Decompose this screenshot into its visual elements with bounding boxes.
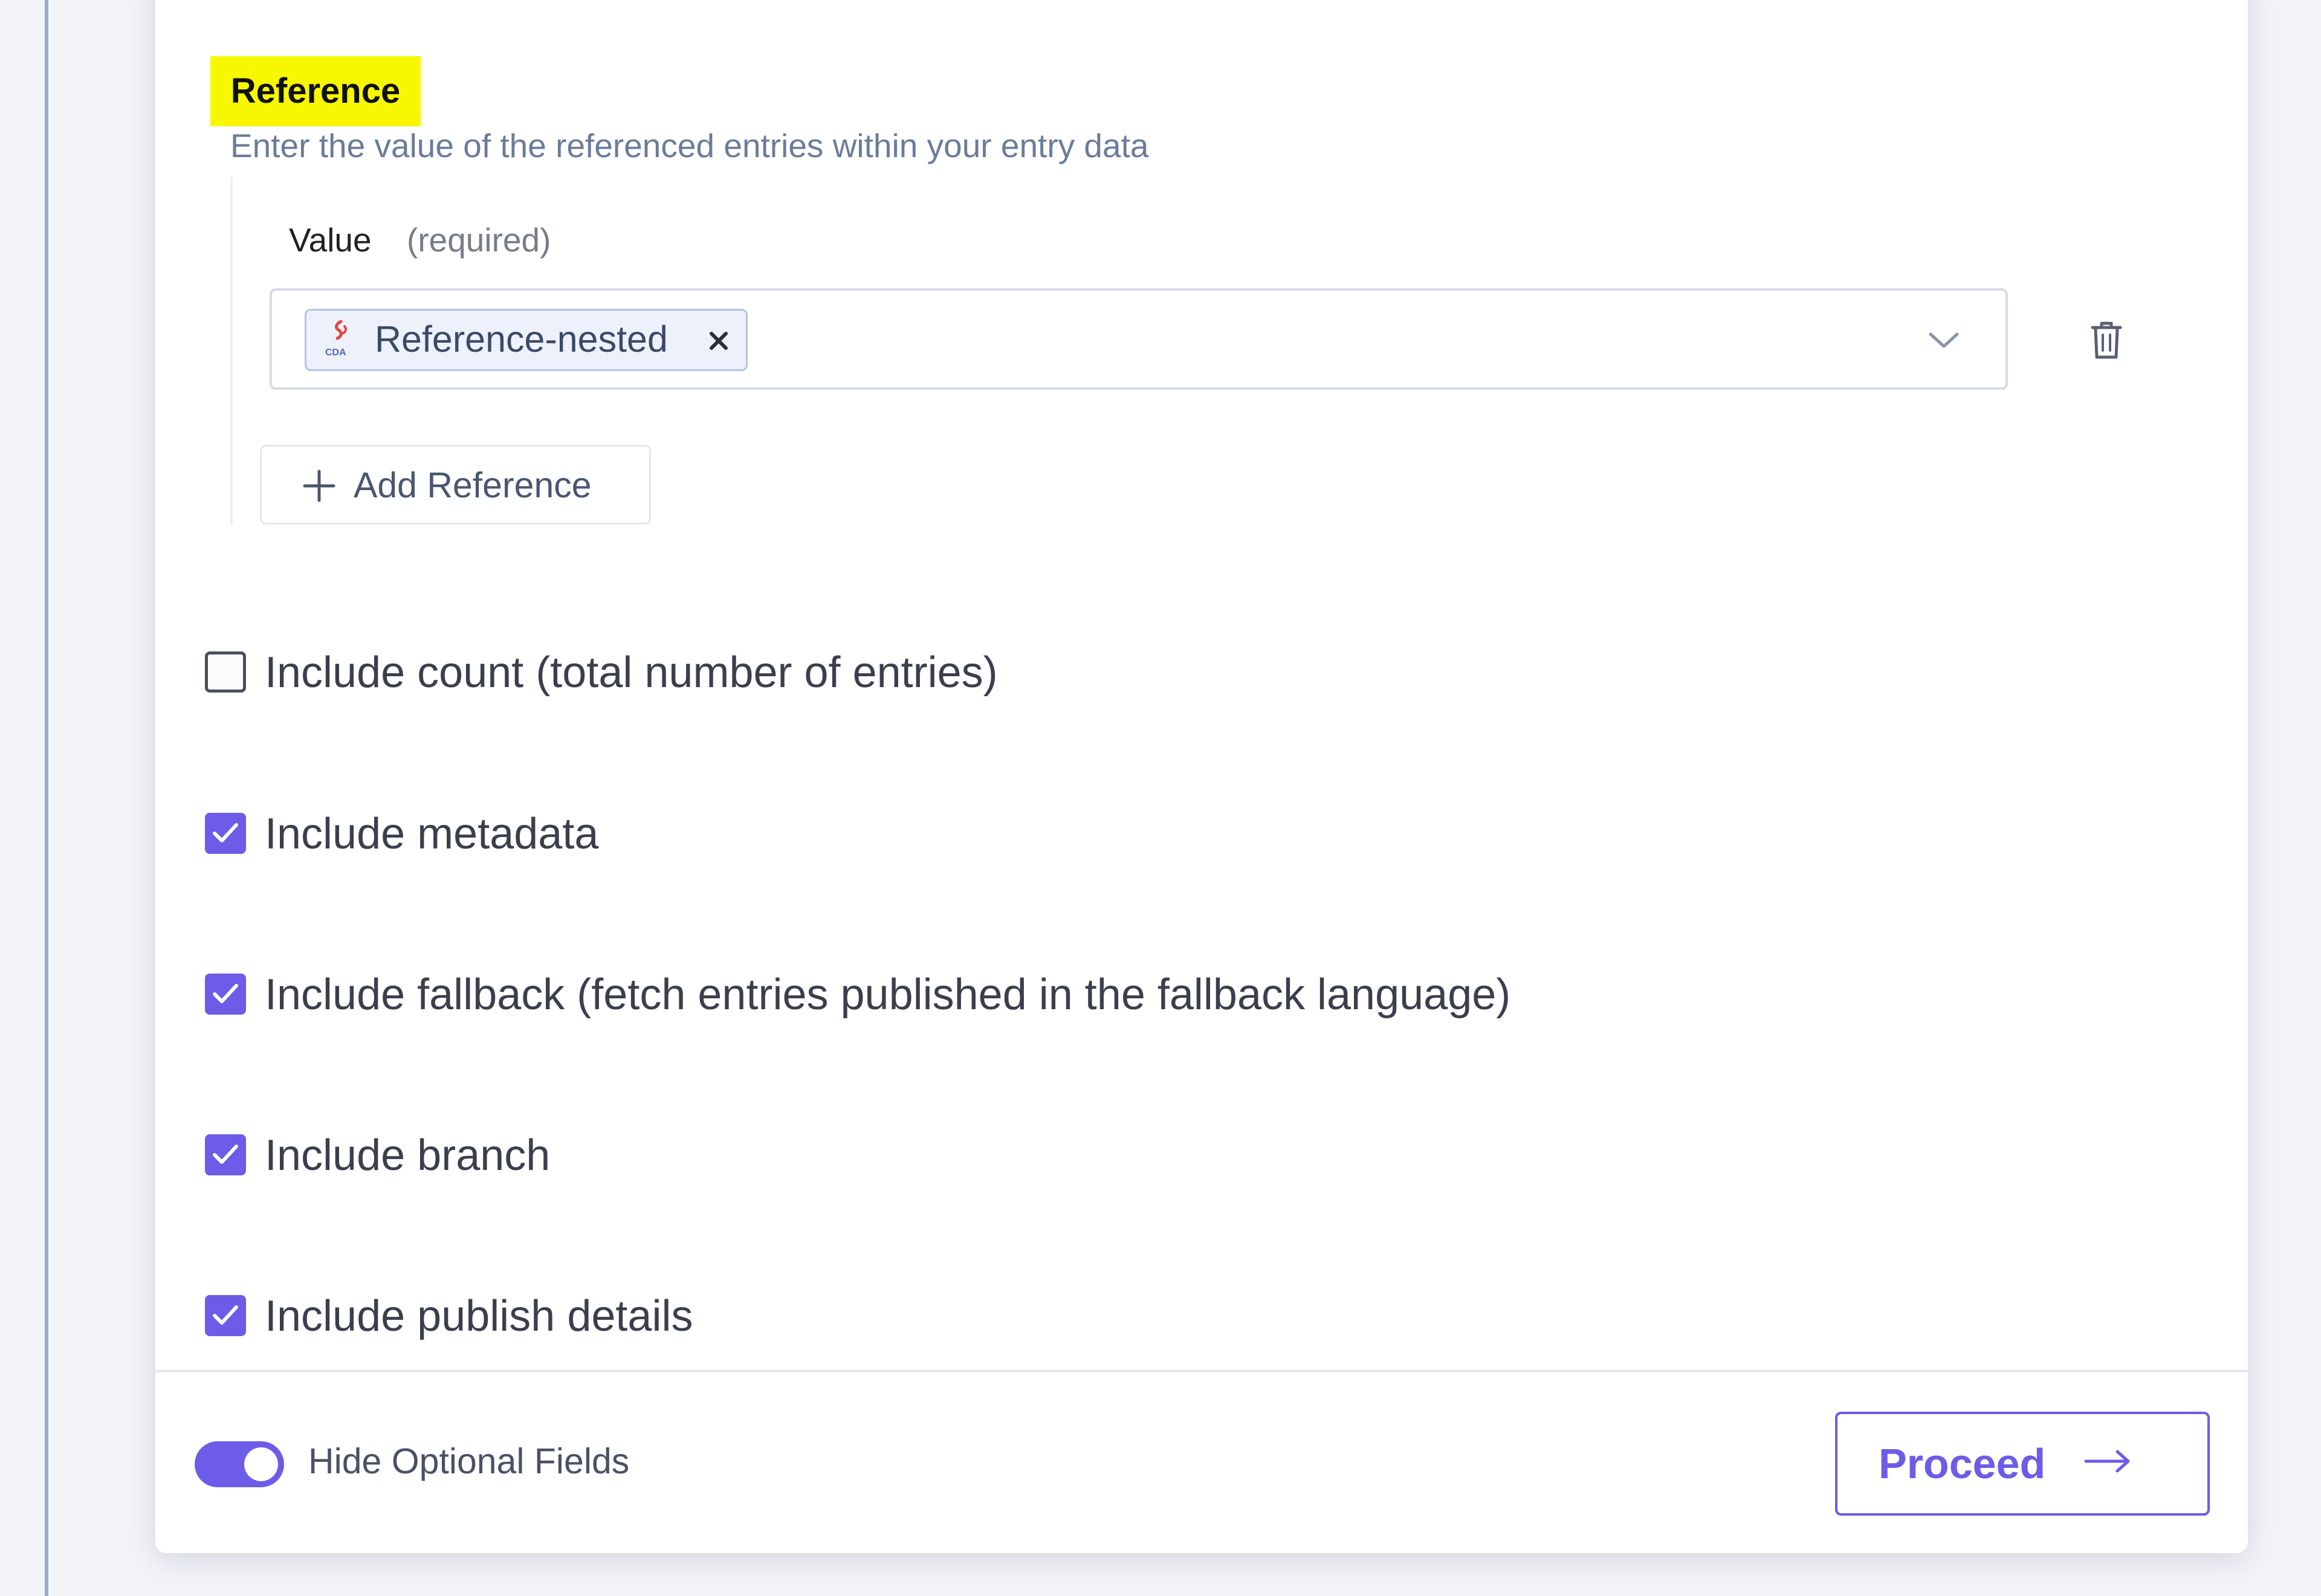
checkmark-icon [213,823,238,842]
chevron-down-icon[interactable] [1927,327,1961,354]
footer-divider [155,1370,2248,1372]
include-branch-label: Include branch [265,1131,551,1180]
reference-chip-label: Reference-nested [375,318,668,360]
reference-title: Reference [210,56,421,126]
include-branch-checkbox[interactable] [205,1134,246,1175]
reference-group-line [230,177,233,525]
svg-text:CDA: CDA [325,347,346,358]
contentstack-cda-icon: CDA [325,320,348,358]
hide-optional-fields-toggle[interactable] [195,1441,284,1487]
arrow-right-icon [2084,1450,2130,1473]
include-count-checkbox[interactable] [205,651,246,693]
trash-icon[interactable] [2090,320,2123,360]
close-icon[interactable] [704,326,733,355]
include-publish-details-checkbox[interactable] [205,1295,246,1336]
include-count-label: Include count (total number of entries) [265,648,998,697]
value-label: Value [289,221,372,259]
add-reference-label: Add Reference [354,465,592,505]
hide-optional-fields-label: Hide Optional Fields [308,1441,630,1481]
page-edge-border [45,0,48,1596]
include-metadata-label: Include metadata [265,810,599,858]
value-required-hint: (required) [407,221,551,259]
include-fallback-checkbox[interactable] [205,974,246,1015]
checkmark-icon [213,1145,238,1164]
include-fallback-label: Include fallback (fetch entries publishe… [265,971,1511,1019]
checkmark-icon [213,984,238,1003]
reference-description: Enter the value of the referenced entrie… [230,127,1149,164]
toggle-knob [244,1447,278,1481]
include-metadata-checkbox[interactable] [205,813,246,854]
checkmark-icon [213,1305,238,1325]
proceed-label: Proceed [1879,1440,2046,1487]
plus-icon [303,470,335,502]
include-publish-details-label: Include publish details [265,1292,693,1340]
